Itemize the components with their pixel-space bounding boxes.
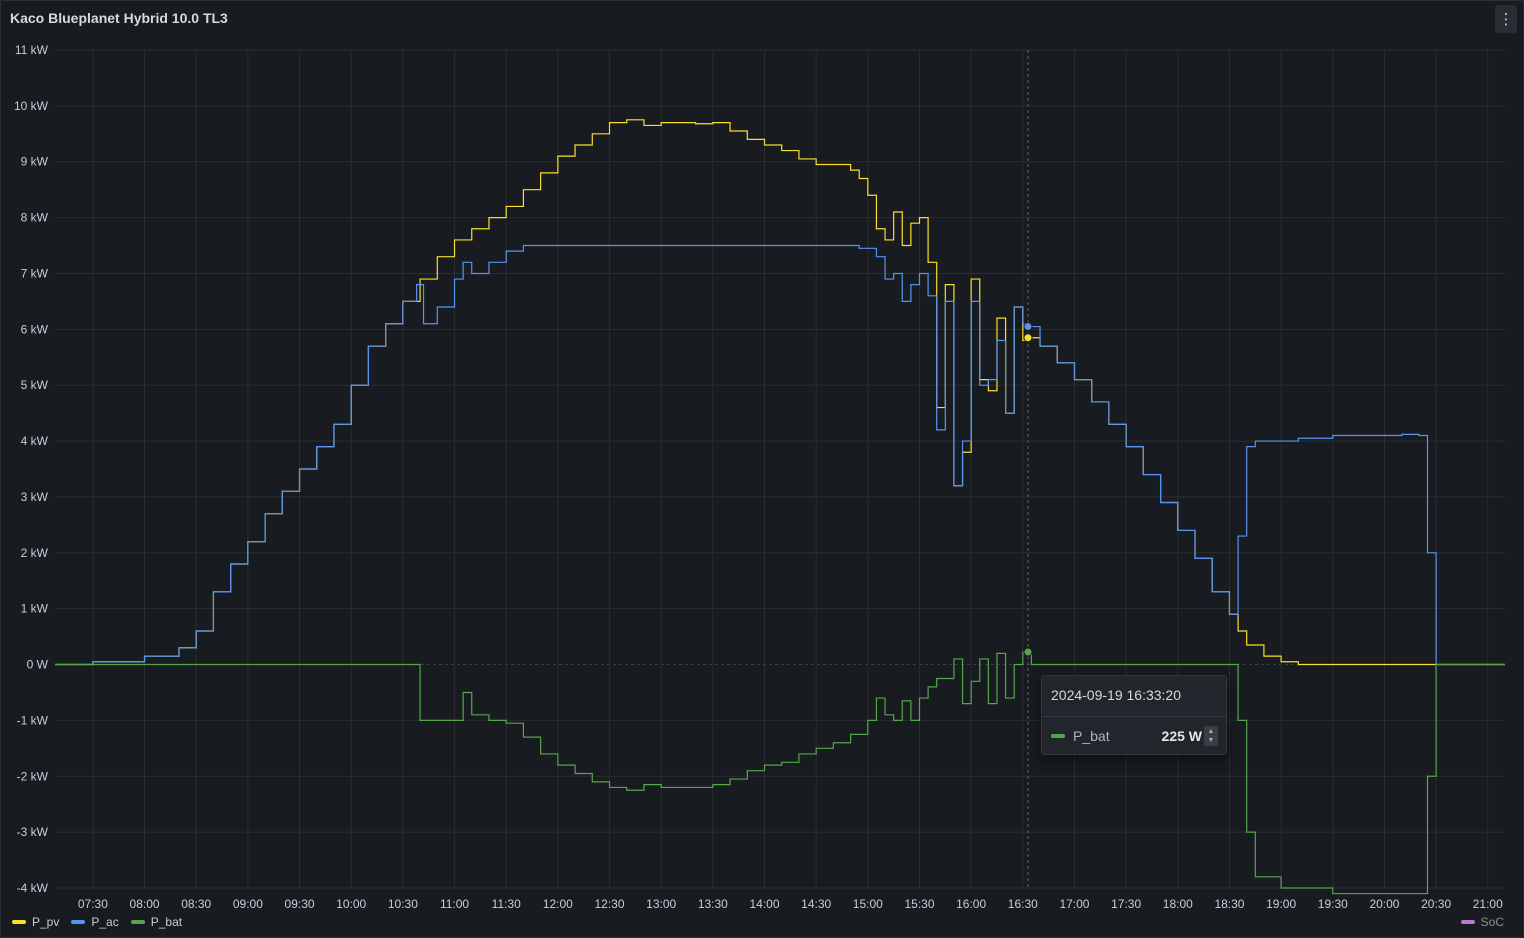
series-line-p-pv <box>55 119 1505 666</box>
x-tick-label: 07:30 <box>78 897 108 911</box>
y-tick-label: 11 kW <box>15 43 49 57</box>
tooltip-value: 225 W <box>1161 728 1202 744</box>
x-tick-label: 08:00 <box>130 897 160 911</box>
x-tick-label: 21:00 <box>1473 897 1503 911</box>
x-tick-label: 10:00 <box>336 897 366 911</box>
x-tick-label: 20:00 <box>1369 897 1399 911</box>
series-line-p-ac <box>55 244 1505 666</box>
y-tick-label: 5 kW <box>21 378 49 392</box>
legend-label: P_pv <box>32 915 60 929</box>
legend-label: SoC <box>1480 915 1504 929</box>
legend: P_pv P_ac P_bat <box>12 915 182 929</box>
legend-label: P_bat <box>150 915 183 929</box>
x-tick-label: 11:00 <box>440 897 469 911</box>
legend-swatch <box>12 920 26 924</box>
x-tick-label: 16:30 <box>1008 897 1038 911</box>
x-tick-label: 20:30 <box>1421 897 1451 911</box>
x-tick-label: 13:30 <box>698 897 728 911</box>
y-tick-label: 9 kW <box>21 155 49 169</box>
x-tick-label: 15:00 <box>853 897 883 911</box>
legend-swatch <box>71 920 86 924</box>
y-tick-label: -2 kW <box>17 769 49 783</box>
legend-item-soc[interactable]: SoC <box>1460 915 1504 929</box>
time-series-chart[interactable]: -4 kW -3 kW -2 kW -1 kW 0 W 1 kW 2 kW 3 kW 4 kW 5… <box>0 0 1524 938</box>
y-tick-label: 0 W <box>27 658 49 672</box>
tooltip-stepper[interactable]: ▲ ▼ <box>1204 726 1218 746</box>
y-tick-label: 7 kW <box>21 266 49 280</box>
tooltip-series-name: P_bat <box>1073 728 1110 744</box>
tooltip-timestamp: 2024-09-19 16:33:20 <box>1051 687 1181 703</box>
hover-point <box>1023 333 1033 343</box>
x-tick-label: 19:00 <box>1266 897 1296 911</box>
legend-swatch <box>130 920 145 924</box>
series-line-p-bat <box>55 651 1505 895</box>
legend-swatch <box>1460 920 1475 924</box>
legend-item-p-ac[interactable]: P_ac <box>71 915 119 929</box>
y-tick-label: 2 kW <box>21 546 49 560</box>
tooltip-swatch <box>1051 734 1065 738</box>
x-tick-label: 09:00 <box>233 897 263 911</box>
y-tick-label: 1 kW <box>21 602 49 616</box>
x-tick-label: 18:00 <box>1163 897 1193 911</box>
x-tick-label: 08:30 <box>181 897 211 911</box>
x-tick-label: 14:00 <box>749 897 779 911</box>
y-tick-label: -3 kW <box>17 825 49 839</box>
y-tick-label: -4 kW <box>17 881 49 895</box>
y-tick-label: 3 kW <box>21 490 49 504</box>
x-tick-label: 10:30 <box>388 897 418 911</box>
tooltip: 2024-09-19 16:33:20 P_bat 225 W ▲ ▼ <box>1041 675 1227 755</box>
x-tick-label: 09:30 <box>285 897 315 911</box>
legend-item-p-pv[interactable]: P_pv <box>12 915 59 929</box>
x-tick-label: 15:30 <box>904 897 934 911</box>
x-tick-label: 19:30 <box>1318 897 1348 911</box>
y-tick-label: 6 kW <box>21 322 49 336</box>
tooltip-divider <box>1042 716 1226 717</box>
x-tick-label: 12:30 <box>594 897 624 911</box>
x-tick-label: 16:00 <box>956 897 986 911</box>
tooltip-row: P_bat 225 W ▲ ▼ <box>1051 726 1218 746</box>
y-tick-label: 10 kW <box>14 99 49 113</box>
hover-point <box>1023 647 1033 657</box>
x-tick-label: 12:00 <box>543 897 573 911</box>
x-tick-label: 17:30 <box>1111 897 1141 911</box>
x-tick-label: 17:00 <box>1059 897 1089 911</box>
y-tick-label: -1 kW <box>17 713 49 727</box>
x-tick-label: 14:30 <box>801 897 831 911</box>
x-tick-label: 18:30 <box>1214 897 1244 911</box>
hover-point <box>1023 322 1033 332</box>
x-tick-label: 13:00 <box>646 897 676 911</box>
y-tick-label: 4 kW <box>21 434 49 448</box>
y-tick-label: 8 kW <box>21 211 49 225</box>
x-tick-label: 11:30 <box>492 897 521 911</box>
legend-label: P_ac <box>91 915 119 929</box>
legend-item-p-bat[interactable]: P_bat <box>130 915 183 929</box>
